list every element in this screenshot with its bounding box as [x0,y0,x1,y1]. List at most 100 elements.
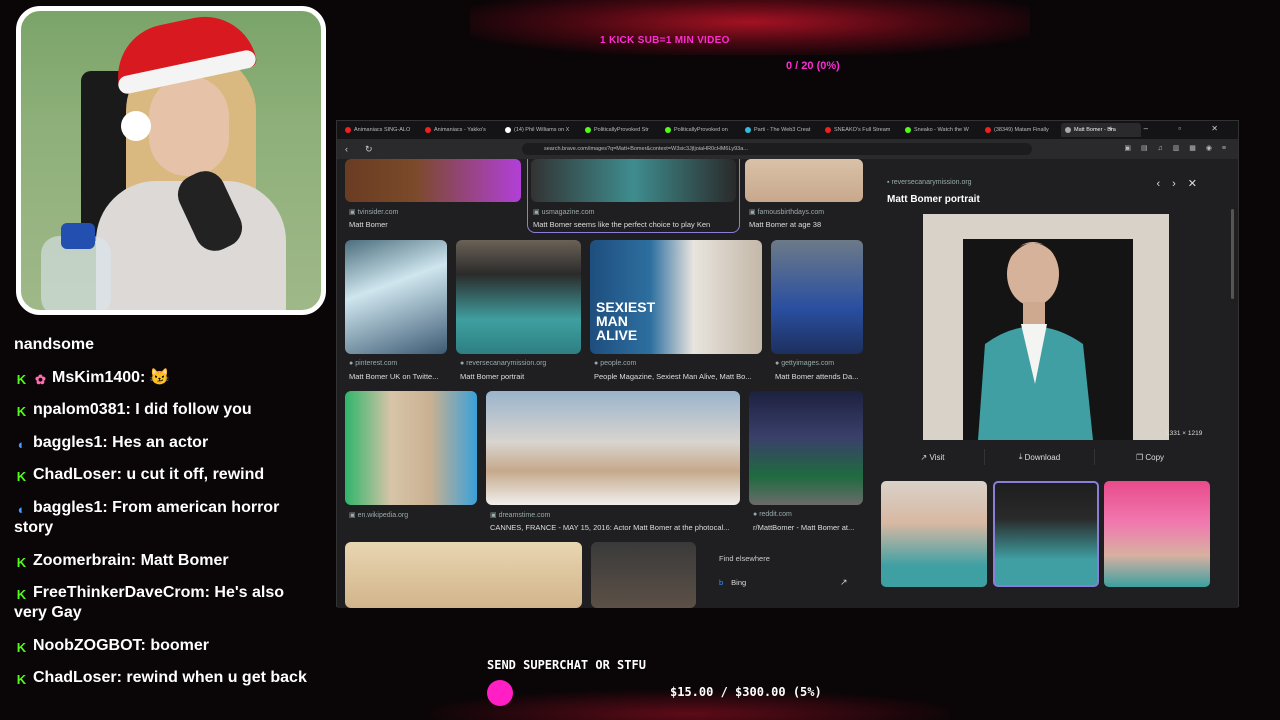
result-caption[interactable]: r/MattBomer - Matt Bomer at... [753,523,863,532]
tab-favicon [505,127,511,133]
result-caption[interactable]: Matt Bomer UK on Twitte... [349,372,449,381]
reload-icon[interactable]: ↻ [365,144,377,155]
chat-message: ◐ baggles1: From american horror story [14,498,280,536]
chat-text: boomer [150,636,209,654]
result-image[interactable] [345,391,477,505]
result-caption[interactable]: Matt Bomer [349,220,519,229]
search-results: ▣ tvinsider.com Matt Bomer ▣ usmagazine.… [337,159,1238,608]
chat-username[interactable]: NoobZOGBOT [33,637,141,654]
browser-tab[interactable]: Sneako - Watch the W [901,123,981,137]
chat-message: ◐ baggles1: Hes an actor [14,433,319,453]
result-source: ▣ en.wikipedia.org [349,512,409,519]
tab-favicon [1065,127,1071,133]
panel-source[interactable]: ▪ reversecanarymission.org [887,179,972,186]
chat-username[interactable]: npalom0381 [33,401,125,418]
result-caption[interactable]: Matt Bomer at age 38 [749,220,864,229]
browser-tab[interactable]: PoliticallyProvoked on [661,123,741,137]
result-source: ▣ famousbirthdays.com [749,209,825,216]
tab-label: PoliticallyProvoked on [674,127,728,133]
magazine-cover-image[interactable]: SEXIEST MAN ALIVE [590,240,762,354]
browser-tab[interactable]: Animaniacs - Yakko's [421,123,501,137]
moon-badge-icon: ◐ [17,436,26,452]
image-dimensions: 1331 × 1219 [1166,430,1203,437]
result-caption[interactable]: People Magazine, Sexiest Man Alive, Matt… [594,372,762,381]
bing-link[interactable]: b Bing [719,578,746,587]
extension-icons[interactable]: ▣ ▤ ♫ ▥ ▦ ◉ ≡ [1124,144,1230,152]
browser-tab[interactable]: (14) Phil Williams on X [501,123,581,137]
superchat-progress-bar: $15.00 / $300.00 (5%) [487,680,1047,706]
back-icon[interactable]: ‹ [345,144,357,154]
download-button[interactable]: ⤓ Download [985,449,1095,465]
chat-username[interactable]: MsKim1400 [52,369,140,386]
chat-username[interactable]: baggles1 [33,434,102,451]
chat-username[interactable]: FreeThinkerDaveCrom [33,584,205,601]
result-image[interactable] [591,542,696,608]
tab-favicon [345,127,351,133]
tab-label: Parti - The Web3 Creat [754,127,811,133]
superchat-progress-text: $15.00 / $300.00 (5%) [670,685,822,699]
background-glow-top [470,0,1030,55]
chat-text: nandsome [14,336,95,353]
tab-favicon [665,127,671,133]
chat-username[interactable]: ChadLoser [33,466,117,483]
magazine-cover-text: SEXIEST MAN ALIVE [596,299,656,343]
kick-badge-icon: K [16,672,27,688]
santa-hat-pom [121,111,151,141]
browser-tab[interactable]: SNEAKO's Full Stream [821,123,901,137]
browser-tab[interactable]: (38349) Matam Finally [981,123,1061,137]
chat-text: 😼 [149,368,170,386]
related-thumbnail[interactable] [881,481,987,587]
chat-message: nandsome [14,335,319,355]
chat-username[interactable]: baggles1 [33,499,102,516]
url-field[interactable]: search.brave.com/images?q=Matt+Bomer&con… [522,143,1032,155]
chat-message: K ✿ MsKim1400: 😼 [14,368,319,388]
chat-username[interactable]: Zoomerbrain [33,552,131,569]
address-bar: ‹ ↻ ▯ search.brave.com/images?q=Matt+Bom… [337,139,1238,159]
next-icon: › [1172,178,1188,190]
chat-text: Hes an actor [112,433,209,451]
result-image[interactable] [345,159,521,202]
preview-image[interactable] [923,214,1169,440]
result-image[interactable] [345,240,447,354]
sub-goal-count: 0 / 20 (0%) [786,60,840,72]
result-image[interactable] [531,159,736,202]
result-image[interactable] [456,240,581,354]
related-thumbnail[interactable] [1104,481,1210,587]
tab-strip: Animaniacs SING-ALO Animaniacs - Yakko's (… [337,121,1238,139]
browser-tab[interactable]: Parti - The Web3 Creat [741,123,821,137]
tab-label: (14) Phil Williams on X [514,127,570,133]
kick-badge-icon: K [16,639,27,655]
chat-message: K Zoomerbrain: Matt Bomer [14,551,319,571]
kick-badge-icon: K [16,587,27,603]
chat-message: K NoobZOGBOT: boomer [14,636,319,656]
result-caption[interactable]: Matt Bomer portrait [460,372,580,381]
tab-label: SNEAKO's Full Stream [834,127,891,133]
result-caption[interactable]: CANNES, FRANCE - MAY 15, 2016: Actor Mat… [490,523,740,532]
chat-text: u cut it off, rewind [126,466,265,484]
tab-label: Animaniacs - Yakko's [434,127,486,133]
panel-nav[interactable]: ‹›✕ [1156,177,1209,190]
moon-badge-icon: ◐ [17,501,26,517]
share-icon[interactable]: ↗ [840,577,848,588]
related-thumbnail-selected[interactable] [993,481,1099,587]
chat-message: Knpalom0381: I did follow you [14,400,319,420]
subscriber-badge-icon: ✿ [35,371,46,387]
result-image[interactable] [345,542,582,608]
bottle-cap [61,223,95,249]
chat-username[interactable]: ChadLoser [33,669,117,686]
result-image[interactable] [749,391,863,505]
kick-badge-icon: K [16,469,27,485]
tab-favicon [985,127,991,133]
result-image[interactable] [771,240,863,354]
browser-tab[interactable]: Animaniacs SING-ALO [341,123,421,137]
copy-button[interactable]: ❐ Copy [1095,449,1205,465]
scrollbar[interactable] [1231,209,1234,299]
result-image[interactable] [745,159,863,202]
browser-tab[interactable]: PoliticallyProvoked Str [581,123,661,137]
result-caption[interactable]: Matt Bomer attends Da... [775,372,865,381]
visit-button[interactable]: ↗ Visit [881,449,985,465]
result-caption[interactable]: Matt Bomer seems like the perfect choice… [533,220,733,229]
chat-panel: nandsome K ✿ MsKim1400: 😼 Knpalom0381: I did… [14,335,319,701]
window-controls[interactable]: + – ▫ ✕ [1109,124,1232,133]
result-image[interactable] [486,391,740,505]
